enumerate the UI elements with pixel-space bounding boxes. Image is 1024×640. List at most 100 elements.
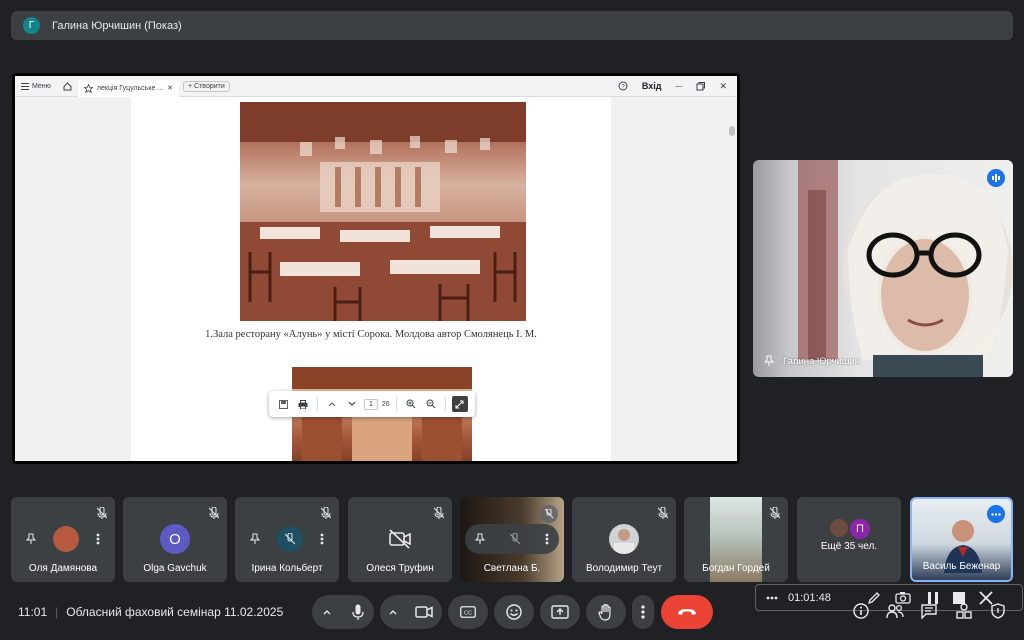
mic-off-icon <box>770 507 780 519</box>
captions-icon: CC <box>460 606 476 618</box>
participant-tile[interactable]: Оля Дамянова <box>11 497 115 582</box>
svg-text:CC: CC <box>464 611 472 617</box>
pin-icon <box>26 533 36 544</box>
more-options-icon <box>320 533 324 545</box>
mic-off-icon <box>658 507 668 519</box>
mic-control[interactable] <box>312 595 374 629</box>
more-participants-label: Ещё 35 чел. <box>820 541 878 552</box>
fit-page-icon[interactable] <box>451 396 468 412</box>
participant-name: Светлана Б. <box>483 563 541 574</box>
avatar <box>830 519 848 537</box>
mic-off-icon <box>321 507 331 519</box>
chat-icon[interactable] <box>921 603 937 619</box>
pin-icon <box>250 533 260 544</box>
participant-name: Ірина Кольберт <box>251 563 323 574</box>
tile-controls[interactable] <box>465 524 559 554</box>
pin-icon <box>763 355 775 366</box>
participant-name: Василь Беженар <box>922 561 1001 572</box>
mic-off-icon <box>277 526 303 552</box>
people-icon[interactable] <box>886 603 904 619</box>
participant-tile[interactable]: O Olga Gavchuk <box>123 497 227 582</box>
meeting-title: Обласний фаховий семінар 11.02.2025 <box>66 605 284 619</box>
zoom-out-icon[interactable] <box>423 396 439 412</box>
meeting-time: 11:01 <box>18 605 48 619</box>
more-participants-tile[interactable]: П Ещё 35 чел. <box>797 497 901 582</box>
present-button[interactable] <box>540 595 580 629</box>
page-total: 26 <box>381 400 390 408</box>
control-bar: 11:01 | Обласний фаховий семінар 11.02.2… <box>0 590 1024 640</box>
end-call-button[interactable] <box>661 595 713 629</box>
emoji-icon <box>506 604 522 620</box>
present-screen-icon <box>551 605 569 619</box>
participant-tile[interactable]: Володимир Теут <box>572 497 676 582</box>
captions-button[interactable]: CC <box>448 595 488 629</box>
presenter-name: Галина Юрчишин (Показ) <box>52 19 182 32</box>
star-icon <box>83 83 93 93</box>
login-link[interactable]: Вхід <box>642 81 662 91</box>
chevron-down-icon[interactable] <box>344 396 360 412</box>
presenter-avatar: Г <box>23 17 40 34</box>
save-icon[interactable] <box>275 396 291 412</box>
create-button[interactable]: + Створити <box>183 80 230 92</box>
tile-controls[interactable] <box>240 524 334 554</box>
zoom-in-icon[interactable] <box>403 396 419 412</box>
pdf-toolbar: 1 26 <box>269 391 475 417</box>
info-icon[interactable] <box>853 603 869 619</box>
raise-hand-button[interactable] <box>586 595 626 629</box>
pin-icon <box>475 533 485 544</box>
scrollbar[interactable] <box>727 118 737 461</box>
participant-name: Олеся Труфин <box>366 563 434 574</box>
tab-title: лекція Гуцульське ... <box>96 84 164 92</box>
activities-icon[interactable] <box>956 603 972 619</box>
camera-control[interactable] <box>380 595 442 629</box>
chevron-up-icon <box>389 610 397 615</box>
more-options-icon <box>545 533 549 545</box>
speaking-indicator-icon <box>987 169 1005 187</box>
participant-tile[interactable]: Ірина Кольберт <box>235 497 339 582</box>
reactions-button[interactable] <box>494 595 534 629</box>
tile-controls[interactable] <box>16 524 110 554</box>
minimize-icon[interactable]: — <box>675 83 682 90</box>
video-camera-icon <box>415 606 433 618</box>
participant-tile[interactable]: Светлана Б. <box>460 497 564 582</box>
restore-icon <box>696 81 706 90</box>
restaurant-hall-photo <box>240 102 526 321</box>
chevron-up-icon[interactable] <box>324 396 340 412</box>
speaker-name: Галина Юрчишин <box>783 355 861 367</box>
mic-off-icon <box>540 505 558 523</box>
speaker-tile[interactable]: Галина Юрчишин <box>753 160 1013 377</box>
participant-name: Оля Дамянова <box>28 563 98 574</box>
avatar <box>53 526 79 552</box>
host-controls-icon[interactable] <box>990 603 1006 619</box>
avatar: O <box>160 524 190 554</box>
tab-close-icon[interactable]: ✕ <box>167 84 173 92</box>
mic-off-icon <box>434 507 444 519</box>
close-window-icon[interactable]: ✕ <box>719 81 727 92</box>
mute-icon <box>510 533 520 545</box>
home-button[interactable] <box>57 76 78 96</box>
speaker-video <box>798 160 1013 377</box>
participant-tile[interactable]: Богдан Гордей <box>684 497 788 582</box>
self-view-tile[interactable]: Василь Беженар <box>910 497 1013 582</box>
shared-screen[interactable]: Меню лекція Гуцульське ... ✕ + Створити … <box>12 73 740 464</box>
participant-tile[interactable]: Олеся Труфин <box>348 497 452 582</box>
home-icon <box>63 81 72 90</box>
more-options-icon <box>96 533 100 545</box>
avatar: П <box>850 519 870 539</box>
mic-off-icon <box>97 507 107 519</box>
more-options-button[interactable] <box>632 595 654 629</box>
hand-icon <box>598 603 611 621</box>
participant-name: Володимир Теут <box>585 563 663 574</box>
document-tab[interactable]: лекція Гуцульське ... ✕ <box>77 79 180 97</box>
avatar <box>609 524 639 554</box>
photo-caption: 1.Зала ресторану «Алунь» у місті Сорока.… <box>205 329 537 340</box>
menu-button[interactable]: Меню <box>15 76 57 96</box>
print-icon[interactable] <box>295 396 311 412</box>
help-icon: ? <box>618 81 628 91</box>
browser-toolbar: Меню лекція Гуцульське ... ✕ + Створити … <box>15 76 737 97</box>
mic-off-icon <box>209 507 219 519</box>
page-number-input[interactable]: 1 <box>364 398 378 410</box>
more-options-icon[interactable] <box>987 505 1005 523</box>
participant-name: Богдан Гордей <box>702 563 770 574</box>
presenter-banner: Г Галина Юрчишин (Показ) <box>11 11 1013 40</box>
